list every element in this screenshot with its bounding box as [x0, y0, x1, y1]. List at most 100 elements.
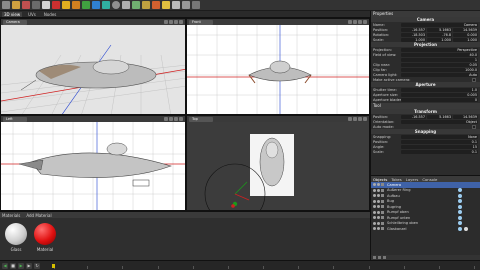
render-toggle-icon[interactable]	[377, 199, 380, 203]
front-viewport[interactable]: Front	[186, 18, 370, 115]
tool-position-y-field[interactable]: 5.1663	[427, 114, 452, 119]
cube-blue-icon[interactable]	[92, 1, 100, 9]
scale-z-field[interactable]: 1.000	[453, 37, 478, 42]
camera-light-select[interactable]: Auto	[401, 72, 478, 77]
stop-icon[interactable]: ■	[10, 262, 16, 269]
scale-x-field[interactable]: 1.000	[401, 37, 426, 42]
render-toggle-icon[interactable]	[377, 188, 380, 192]
snapping-select[interactable]: None	[401, 134, 478, 139]
render-toggle-icon[interactable]	[377, 216, 380, 220]
clip-near-field[interactable]: 0.05	[401, 62, 478, 67]
grid-icon[interactable]	[22, 1, 30, 9]
cube-teal-icon[interactable]	[102, 1, 110, 9]
viewport-camera-select[interactable]: Front	[189, 19, 213, 25]
settings-icon[interactable]	[192, 1, 200, 9]
layout-icon[interactable]	[353, 117, 357, 121]
position-z-field[interactable]: 14.5639	[453, 27, 478, 32]
rotate-icon[interactable]	[52, 1, 60, 9]
torus-icon[interactable]	[132, 1, 140, 9]
rewind-icon[interactable]: ◀	[2, 262, 8, 269]
visibility-icon[interactable]	[373, 188, 376, 192]
material-swatch-material[interactable]	[34, 223, 56, 245]
eye-icon[interactable]	[358, 117, 362, 121]
maximize-icon[interactable]	[179, 117, 183, 121]
select-icon[interactable]	[32, 1, 40, 9]
viewport-camera-select[interactable]: Top	[189, 116, 213, 122]
spline-icon[interactable]	[142, 1, 150, 9]
render-toggle-icon[interactable]	[377, 221, 380, 225]
tab-layers[interactable]: Layers	[406, 177, 419, 182]
position-y-field[interactable]: 5.1663	[427, 27, 452, 32]
scale-y-field[interactable]: 1.000	[427, 37, 452, 42]
lock-icon[interactable]	[348, 117, 352, 121]
material-icon[interactable]	[152, 1, 160, 9]
layout-icon[interactable]	[169, 20, 173, 24]
lock-icon[interactable]	[164, 20, 168, 24]
snap-angle-field[interactable]: 15	[401, 144, 478, 149]
delete-object-icon[interactable]	[378, 256, 381, 259]
group-icon[interactable]	[383, 256, 386, 259]
fov-field[interactable]: 40.0	[401, 52, 478, 57]
lock-icon[interactable]	[348, 20, 352, 24]
auto-mode-checkbox[interactable]	[472, 124, 476, 129]
visibility-icon[interactable]	[373, 221, 376, 225]
shutter-time-field[interactable]: 1.0	[401, 87, 478, 92]
layout-icon[interactable]	[353, 20, 357, 24]
render-toggle-icon[interactable]	[377, 183, 380, 187]
cylinder-icon[interactable]	[122, 1, 130, 9]
fov-extra-field[interactable]: 1	[401, 57, 478, 62]
material-swatch-glass[interactable]	[5, 223, 27, 245]
eye-icon[interactable]	[358, 20, 362, 24]
lock-icon[interactable]	[164, 117, 168, 121]
snap-scale-field[interactable]: 0.1	[401, 149, 478, 154]
rotation-x-field[interactable]: -18.503	[401, 32, 426, 37]
make-active-camera-checkbox[interactable]	[472, 77, 476, 82]
projection-select[interactable]: Perspective	[401, 47, 478, 52]
maximize-icon[interactable]	[363, 20, 367, 24]
eye-icon[interactable]	[174, 20, 178, 24]
viewport-camera-select[interactable]: Camera	[3, 19, 27, 25]
top-viewport[interactable]: Top	[186, 115, 370, 211]
visibility-icon[interactable]	[373, 216, 376, 220]
camera-icon[interactable]	[172, 1, 180, 9]
perspective-viewport[interactable]: Camera	[0, 18, 186, 115]
render-toggle-icon[interactable]	[377, 194, 380, 198]
maximize-icon[interactable]	[363, 117, 367, 121]
layout-icon[interactable]	[169, 117, 173, 121]
forward-icon[interactable]: ▶	[26, 262, 32, 269]
visibility-icon[interactable]	[373, 205, 376, 209]
object-row[interactable]: Glaskanzel	[371, 226, 480, 232]
viewport-camera-select[interactable]: Left	[3, 116, 27, 122]
rotation-z-field[interactable]: 0.000	[453, 32, 478, 37]
new-file-icon[interactable]	[2, 1, 10, 9]
tab-uvs[interactable]: UVs	[26, 12, 38, 17]
render-toggle-icon[interactable]	[377, 227, 380, 231]
eye-icon[interactable]	[174, 117, 178, 121]
timeline-track[interactable]	[52, 263, 476, 269]
add-material-button[interactable]: Add Material	[26, 213, 51, 218]
render-toggle-icon[interactable]	[377, 210, 380, 214]
visibility-icon[interactable]	[373, 227, 376, 231]
left-viewport[interactable]: Left	[0, 115, 186, 211]
tab-console[interactable]: Console	[422, 177, 437, 182]
name-field[interactable]: Camera	[401, 22, 478, 27]
tab-nodes[interactable]: Nodes	[42, 12, 59, 17]
light-icon[interactable]	[62, 1, 70, 9]
snap-position-field[interactable]: 0.1	[401, 139, 478, 144]
loop-icon[interactable]: ↻	[34, 262, 40, 269]
tab-3d-view[interactable]: 3D view	[2, 11, 23, 17]
cube-green-icon[interactable]	[82, 1, 90, 9]
tab-objects[interactable]: Objects	[373, 177, 387, 182]
maximize-icon[interactable]	[179, 20, 183, 24]
open-icon[interactable]	[12, 1, 20, 9]
tool-position-z-field[interactable]: 14.5639	[453, 114, 478, 119]
cube-orange-icon[interactable]	[72, 1, 80, 9]
timeline-playhead[interactable]	[52, 264, 55, 268]
render-toggle-icon[interactable]	[377, 205, 380, 209]
clip-far-field[interactable]: 1000.0	[401, 67, 478, 72]
position-x-field[interactable]: -16.557	[401, 27, 426, 32]
aperture-size-field[interactable]: 0.005	[401, 92, 478, 97]
visibility-icon[interactable]	[373, 194, 376, 198]
move-icon[interactable]	[42, 1, 50, 9]
visibility-icon[interactable]	[373, 183, 376, 187]
